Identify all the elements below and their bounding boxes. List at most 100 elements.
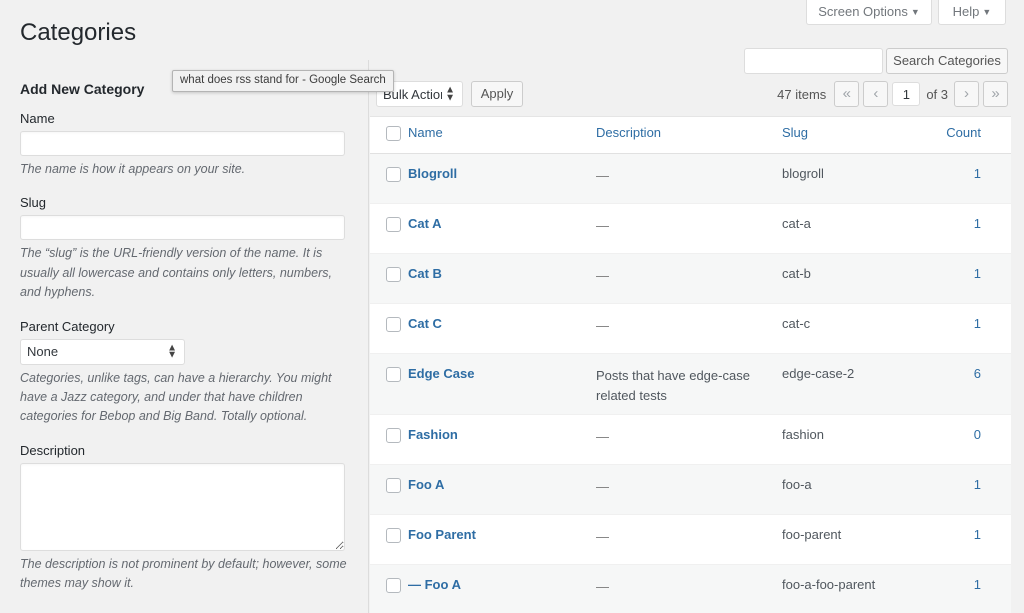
category-slug-cell: foo-parent (782, 515, 942, 565)
name-field[interactable] (20, 131, 345, 156)
category-count-link[interactable]: 1 (974, 527, 981, 542)
column-header-description[interactable]: Description (596, 117, 782, 154)
row-select-cell[interactable] (370, 415, 408, 465)
slug-field[interactable] (20, 215, 345, 240)
category-name-cell: Cat B (408, 254, 596, 304)
row-checkbox[interactable] (386, 578, 401, 593)
category-name-link[interactable]: Cat C (408, 316, 442, 331)
category-count-link[interactable]: 1 (974, 216, 981, 231)
prev-page-button[interactable]: ‹ (863, 81, 888, 107)
row-select-cell[interactable] (370, 154, 408, 204)
row-select-cell[interactable] (370, 204, 408, 254)
row-select-cell[interactable] (370, 465, 408, 515)
table-row: Cat B —cat-b 1 (370, 254, 1011, 304)
search-input[interactable] (744, 48, 883, 74)
browser-tooltip: what does rss stand for - Google Search (172, 70, 394, 92)
column-header-count[interactable]: Count (942, 117, 1011, 154)
category-count-cell: 1 (942, 304, 1011, 354)
screen-options-button[interactable]: Screen Options▼ (806, 0, 932, 25)
page-title: Categories (20, 17, 136, 48)
select-all-header[interactable] (370, 117, 408, 154)
category-count-link[interactable]: 1 (974, 166, 981, 181)
total-pages-label: of 3 (926, 87, 948, 102)
category-name-link[interactable]: Edge Case (408, 366, 474, 381)
category-count-link[interactable]: 1 (974, 477, 981, 492)
category-count-cell: 1 (942, 154, 1011, 204)
category-name-cell: Edge Case (408, 354, 596, 415)
category-count-cell: 1 (942, 515, 1011, 565)
category-description-cell: — (596, 204, 782, 254)
category-count-link[interactable]: 1 (974, 316, 981, 331)
row-select-cell[interactable] (370, 354, 408, 415)
category-name-cell: Fashion (408, 415, 596, 465)
pagination: 47 items « ‹ of 3 › » (777, 81, 1008, 107)
category-count-link[interactable]: 1 (974, 266, 981, 281)
row-checkbox[interactable] (386, 317, 401, 332)
parent-category-select[interactable]: None (20, 339, 185, 365)
search-submit-button[interactable]: Search Categories (886, 48, 1008, 74)
first-page-button[interactable]: « (834, 81, 859, 107)
parent-help-text: Categories, unlike tags, can have a hier… (20, 369, 348, 427)
category-slug-cell: cat-a (782, 204, 942, 254)
row-checkbox[interactable] (386, 428, 401, 443)
table-row: Cat A —cat-a 1 (370, 204, 1011, 254)
category-name-link[interactable]: — Foo A (408, 577, 461, 592)
category-description-cell: — (596, 415, 782, 465)
current-page-input[interactable] (892, 82, 920, 106)
category-name-cell: Cat C (408, 304, 596, 354)
category-name-link[interactable]: Cat B (408, 266, 442, 281)
select-all-checkbox[interactable] (386, 126, 401, 141)
table-row: Foo A—foo-a1 (370, 465, 1011, 515)
row-select-cell[interactable] (370, 515, 408, 565)
category-slug-cell: cat-b (782, 254, 942, 304)
category-description-cell: — (596, 254, 782, 304)
parent-category-label: Parent Category (20, 319, 348, 334)
category-name-cell: Blogroll (408, 154, 596, 204)
row-checkbox[interactable] (386, 217, 401, 232)
category-count-link[interactable]: 6 (974, 366, 981, 381)
row-checkbox[interactable] (386, 167, 401, 182)
row-checkbox[interactable] (386, 478, 401, 493)
table-row: Foo Parent —foo-parent 1 (370, 515, 1011, 565)
category-name-cell: Foo A (408, 465, 596, 515)
category-count-cell: 6 (942, 354, 1011, 415)
screen-options-label: Screen Options (818, 4, 908, 19)
table-row: Edge CasePosts that have edge-case relat… (370, 354, 1011, 415)
column-header-name[interactable]: Name (408, 117, 596, 154)
chevron-down-icon: ▼ (911, 7, 920, 17)
slug-label: Slug (20, 195, 348, 210)
row-checkbox[interactable] (386, 267, 401, 282)
table-row: Blogroll—blogroll1 (370, 154, 1011, 204)
category-name-link[interactable]: Fashion (408, 427, 458, 442)
category-description-cell: — (596, 515, 782, 565)
category-slug-cell: blogroll (782, 154, 942, 204)
items-count: 47 items (777, 87, 826, 102)
category-count-link[interactable]: 1 (974, 577, 981, 592)
parent-category-select-wrap: None ▲▼ (20, 339, 185, 365)
category-count-link[interactable]: 0 (974, 427, 981, 442)
row-checkbox[interactable] (386, 367, 401, 382)
row-select-cell[interactable] (370, 304, 408, 354)
last-page-button[interactable]: » (983, 81, 1008, 107)
next-page-button[interactable]: › (954, 81, 979, 107)
category-count-cell: 1 (942, 204, 1011, 254)
category-description-cell: — (596, 304, 782, 354)
row-checkbox[interactable] (386, 528, 401, 543)
bulk-actions-bar: Bulk Actions ▲▼ Apply (376, 81, 523, 107)
category-name-link[interactable]: Blogroll (408, 166, 457, 181)
description-field[interactable] (20, 463, 345, 551)
help-label: Help (953, 4, 980, 19)
apply-button[interactable]: Apply (471, 81, 523, 107)
category-name-link[interactable]: Foo Parent (408, 527, 476, 542)
column-header-slug[interactable]: Slug (782, 117, 942, 154)
help-button[interactable]: Help▼ (938, 0, 1006, 25)
category-count-cell: 1 (942, 254, 1011, 304)
category-name-cell: Cat A (408, 204, 596, 254)
description-label: Description (20, 443, 348, 458)
right-gutter (1011, 60, 1024, 613)
category-name-link[interactable]: Foo A (408, 477, 444, 492)
category-name-link[interactable]: Cat A (408, 216, 441, 231)
table-row: Fashion—fashion0 (370, 415, 1011, 465)
row-select-cell[interactable] (370, 254, 408, 304)
category-slug-cell: foo-a (782, 465, 942, 515)
